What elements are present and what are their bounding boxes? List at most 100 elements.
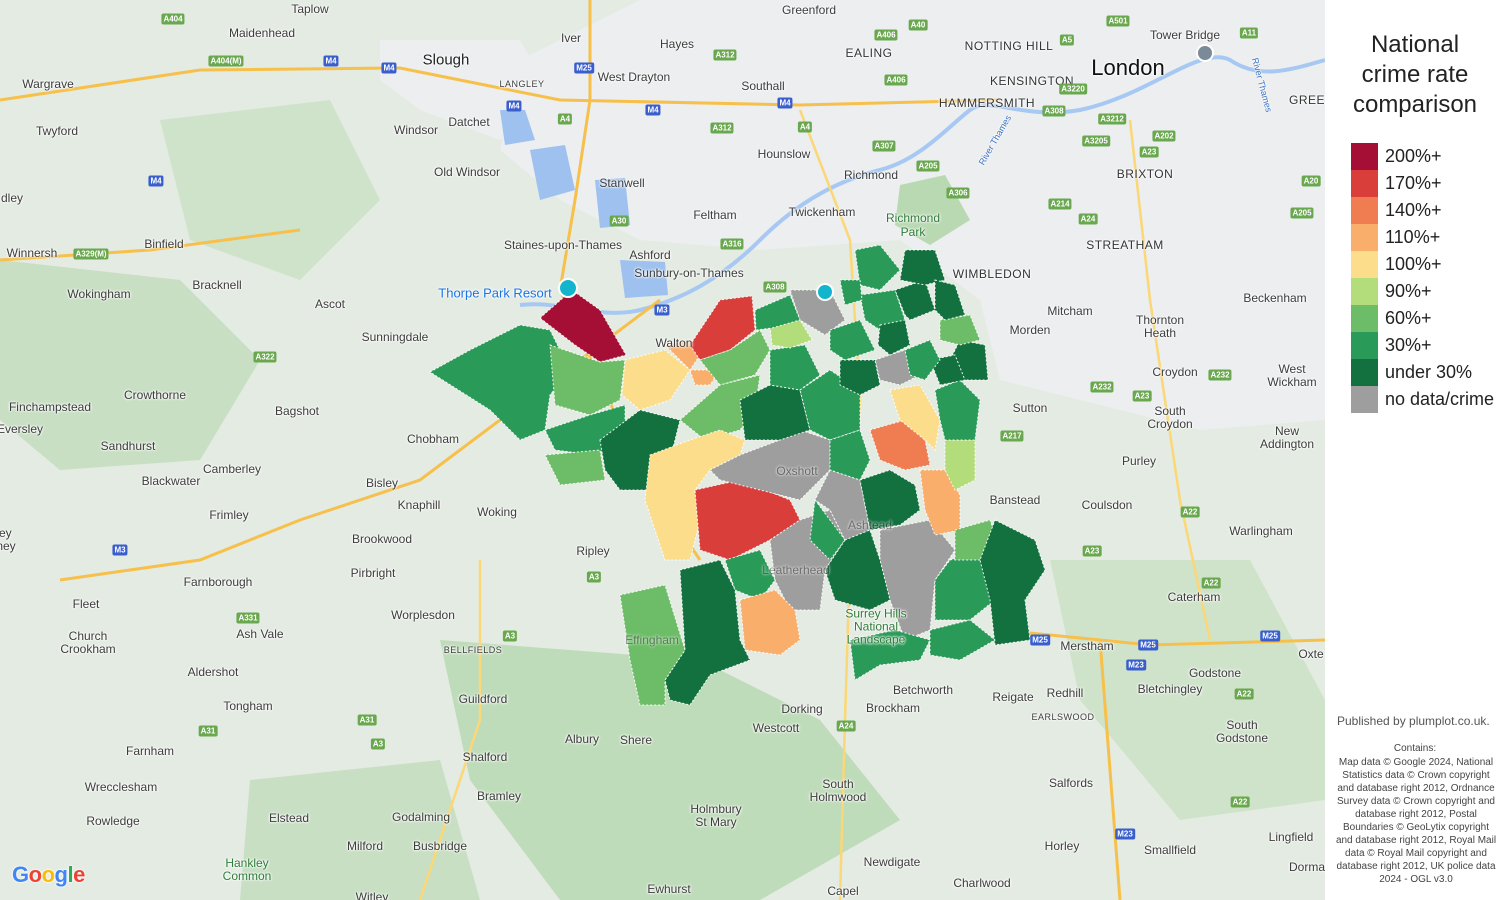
credits-text: Map data © Google 2024, National Statist…: [1335, 757, 1497, 885]
legend-item: 90%+: [1351, 278, 1432, 305]
place-label: Leatherhead: [762, 563, 830, 577]
place-label: Wrecclesham: [84, 780, 158, 794]
place-label: Windsor: [393, 123, 439, 137]
legend-title-line: National: [1370, 31, 1460, 58]
place-label: Godalming: [391, 810, 451, 824]
landmark-marker-icon[interactable]: [1196, 44, 1214, 62]
place-label: Brookwood: [351, 532, 413, 546]
road-badge: A3212: [1098, 113, 1126, 125]
legend-swatch: [1351, 278, 1378, 305]
legend-item: 200%+: [1351, 143, 1442, 170]
legend-label: 90%+: [1385, 281, 1432, 301]
attraction-marker-icon[interactable]: [558, 278, 578, 298]
place-label: GREE: [1288, 93, 1325, 107]
road-badge: A24: [836, 720, 856, 732]
road-badge: A205: [916, 160, 940, 172]
place-label: Holmbury St Mary: [690, 802, 742, 829]
legend-label: 100%+: [1385, 254, 1442, 274]
legend-swatch: [1351, 224, 1378, 251]
road-badge: M23: [1126, 659, 1146, 671]
attraction-marker-icon[interactable]: [816, 283, 834, 301]
road-badge: A23: [1132, 390, 1152, 402]
place-label: London: [1091, 55, 1165, 80]
place-label: South Godstone: [1215, 718, 1269, 745]
place-label: Iver: [560, 31, 582, 45]
place-label: West Wickham: [1267, 362, 1317, 389]
legend-swatch: [1351, 359, 1378, 386]
place-label: Shere: [619, 733, 653, 747]
place-label: Bisley: [365, 476, 399, 490]
credits-heading: Contains:: [1393, 743, 1437, 754]
place-label: Chobham: [406, 432, 460, 446]
road-badge: A31: [357, 714, 377, 726]
legend-title: National crime rate comparison: [1325, 30, 1505, 120]
place-label: Salfords: [1048, 776, 1094, 790]
legend-label: 30%+: [1385, 335, 1432, 355]
legend-label: 60%+: [1385, 308, 1432, 328]
place-label: Reigate: [992, 690, 1034, 704]
place-label: Lingfield: [1268, 830, 1314, 844]
place-label: EARLSWOOD: [1031, 712, 1095, 722]
legend-swatch: [1351, 332, 1378, 359]
legend-label: 200%+: [1385, 146, 1442, 166]
place-label: Effingham: [625, 633, 679, 647]
place-label: Surrey Hills National Landscape: [845, 606, 907, 647]
place-label: HAMMERSMITH: [938, 96, 1036, 110]
place-label: BELLFIELDS: [443, 645, 503, 655]
place-label: Crowthorne: [123, 388, 187, 402]
legend-swatch: [1351, 305, 1378, 332]
road-badge: A308: [1042, 105, 1066, 117]
road-badge: A322: [253, 351, 277, 363]
legend-label: under 30%: [1385, 362, 1473, 382]
place-label: Thornton Heath: [1135, 313, 1185, 340]
place-label: Godstone: [1188, 666, 1242, 680]
place-label: Tongham: [223, 699, 273, 713]
place-label: Newdigate: [863, 855, 921, 869]
road-badge: A307: [872, 140, 896, 152]
place-label: Camberley: [202, 462, 262, 476]
road-badge: A202: [1152, 130, 1176, 142]
legend-swatch: [1351, 386, 1378, 413]
road-badge: A232: [1090, 381, 1114, 393]
published-credit[interactable]: Published by plumplot.co.uk.: [1337, 714, 1490, 728]
place-label: Bletchingley: [1137, 682, 1203, 696]
place-label: dley: [0, 191, 24, 205]
place-label: Dorma: [1288, 860, 1325, 874]
place-label: Aldershot: [187, 665, 239, 679]
place-label: Farnborough: [183, 575, 253, 589]
map[interactable]: Taplow Maidenhead Slough Iver Hayes Gree…: [0, 0, 1325, 900]
place-label: Blackwater: [141, 474, 201, 488]
place-label: NOTTING HILL: [964, 39, 1054, 53]
place-label: Betchworth: [892, 683, 954, 697]
legend-swatch: [1351, 170, 1378, 197]
place-label: Purley: [1121, 454, 1157, 468]
place-label: South Croydon: [1147, 404, 1193, 431]
place-label: New Addington: [1259, 424, 1315, 451]
place-label: Binfield: [144, 237, 184, 251]
legend-item: 30%+: [1351, 332, 1432, 359]
road-badge: M25: [1138, 639, 1158, 651]
legend-swatch: [1351, 197, 1378, 224]
road-badge: A406: [874, 29, 898, 41]
place-label: Ewhurst: [647, 882, 691, 896]
place-label: Walton: [655, 336, 693, 350]
place-label: Tower Bridge: [1149, 28, 1221, 42]
place-label: Farnham: [125, 744, 175, 758]
road-badge: A331: [236, 612, 260, 624]
legend-swatch: [1351, 143, 1378, 170]
place-label: Caterham: [1167, 590, 1221, 604]
road-badge: A501: [1106, 15, 1130, 27]
place-label: Morden: [1009, 323, 1051, 337]
place-label: Woking: [477, 505, 517, 519]
road-badge: A316: [720, 238, 744, 250]
place-label: Charlwood: [953, 876, 1011, 890]
legend-label: 170%+: [1385, 173, 1442, 193]
legend-panel: National crime rate comparison 200%+ 170%…: [1325, 0, 1505, 900]
place-label: Beckenham: [1243, 291, 1307, 305]
road-badge: M25: [1260, 630, 1280, 642]
place-label: STREATHAM: [1086, 238, 1164, 252]
place-label: Eversley: [0, 422, 44, 436]
road-badge: A31: [198, 725, 218, 737]
google-logo: Google: [12, 862, 85, 887]
place-label: Twyford: [35, 124, 79, 138]
